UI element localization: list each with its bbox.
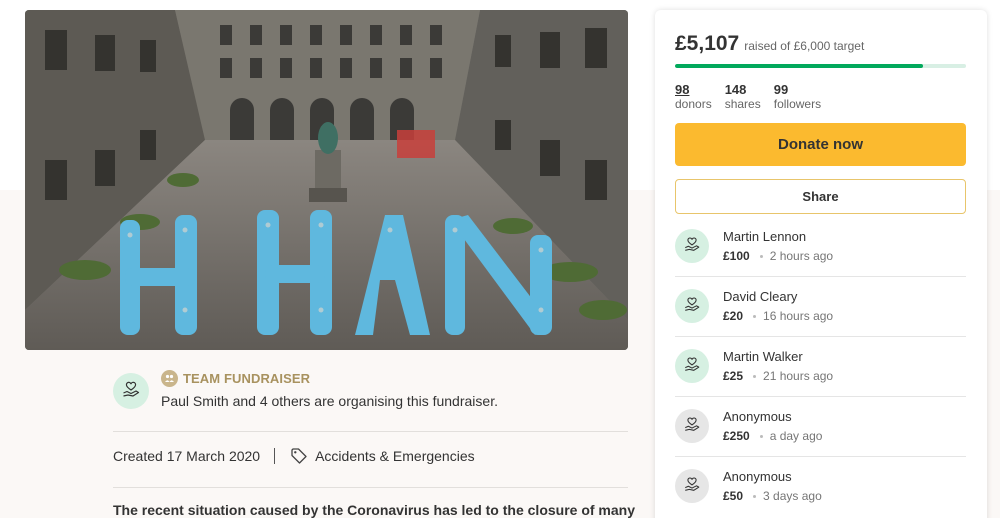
- donor-name: Anonymous: [723, 409, 792, 424]
- donation-amount: £25: [723, 369, 744, 383]
- followers-stat: 99 followers: [774, 82, 821, 112]
- shares-count: 148: [724, 82, 747, 97]
- donors-label: donors: [675, 97, 712, 111]
- shares-label: shares: [724, 97, 761, 111]
- donor-name: Martin Lennon: [723, 229, 807, 244]
- heart-hand-icon: [683, 475, 701, 498]
- donation-item: David Cleary £20 16 hours ago: [675, 289, 966, 349]
- donor-avatar: [675, 229, 709, 263]
- donation-card: £5,107 raised of £6,000 target 98 donors…: [655, 10, 987, 518]
- organiser-avatar: [113, 373, 149, 409]
- team-fundraiser-label: TEAM FUNDRAISER: [183, 371, 311, 386]
- share-button[interactable]: Share: [675, 179, 966, 214]
- donation-item: Martin Lennon £100 2 hours ago: [675, 229, 966, 289]
- donation-item: Anonymous £50 3 days ago: [675, 469, 966, 518]
- donation-item: Anonymous £250 a day ago: [675, 409, 966, 469]
- donate-now-button[interactable]: Donate now: [675, 123, 966, 166]
- section-divider: [113, 431, 628, 432]
- dot-separator: [759, 254, 763, 258]
- heart-hand-icon: [683, 355, 701, 378]
- tag-icon: [290, 447, 308, 465]
- amount-raised: £5,107: [675, 32, 740, 55]
- donation-amount: £250: [723, 429, 750, 443]
- meta-separator: [274, 448, 276, 464]
- donation-divider: [675, 336, 966, 337]
- dot-separator: [759, 434, 763, 438]
- amount-raised-row: £5,107 raised of £6,000 target: [675, 32, 864, 56]
- category-link[interactable]: Accidents & Emergencies: [315, 448, 475, 464]
- donation-time: 16 hours ago: [763, 309, 834, 323]
- heart-hand-icon: [683, 295, 701, 318]
- donation-time: 3 days ago: [763, 489, 822, 503]
- donation-amount: £20: [723, 309, 744, 323]
- hero-image: [25, 10, 628, 350]
- donor-name: David Cleary: [723, 289, 798, 304]
- donation-amount: £100: [723, 249, 750, 263]
- story-text: The recent situation caused by the Coron…: [113, 502, 636, 518]
- donation-details: £25 21 hours ago: [723, 369, 833, 383]
- donation-divider: [675, 456, 966, 457]
- heart-hand-icon: [121, 379, 141, 404]
- created-date: Created 17 March 2020: [113, 448, 261, 464]
- donors-stat[interactable]: 98 donors: [675, 82, 712, 112]
- donation-details: £250 a day ago: [723, 429, 822, 443]
- heart-hand-icon: [683, 235, 701, 258]
- dot-separator: [753, 494, 757, 498]
- donation-details: £20 16 hours ago: [723, 309, 833, 323]
- donation-divider: [675, 396, 966, 397]
- progress-bar: [675, 64, 966, 68]
- target-text: raised of £6,000 target: [744, 39, 865, 53]
- dot-separator: [753, 314, 757, 318]
- dot-separator: [753, 374, 757, 378]
- team-fundraiser-badge: TEAM FUNDRAISER: [161, 370, 310, 387]
- donor-name: Martin Walker: [723, 349, 803, 364]
- campaign-stats: 98 donors 148 shares 99 followers: [675, 82, 834, 112]
- donation-amount: £50: [723, 489, 744, 503]
- donor-avatar: [675, 289, 709, 323]
- section-divider: [113, 487, 628, 488]
- donation-item: Martin Walker £25 21 hours ago: [675, 349, 966, 409]
- donation-details: £50 3 days ago: [723, 489, 822, 503]
- campaign-meta: Created 17 March 2020 Accidents & Emerge…: [113, 447, 475, 465]
- donor-avatar: [675, 409, 709, 443]
- donor-avatar: [675, 349, 709, 383]
- organiser-text: Paul Smith and 4 others are organising t…: [161, 393, 498, 409]
- donation-details: £100 2 hours ago: [723, 249, 833, 263]
- donation-divider: [675, 276, 966, 277]
- donation-time: 2 hours ago: [769, 249, 834, 263]
- donor-avatar: [675, 469, 709, 503]
- donor-name: Anonymous: [723, 469, 792, 484]
- progress-fill: [675, 64, 923, 68]
- heart-hand-icon: [683, 415, 701, 438]
- team-icon: [161, 370, 178, 387]
- shares-stat: 148 shares: [725, 82, 761, 112]
- followers-count: 99: [773, 82, 789, 97]
- donation-time: 21 hours ago: [763, 369, 834, 383]
- followers-label: followers: [773, 97, 822, 111]
- donation-time: a day ago: [769, 429, 823, 443]
- donors-count[interactable]: 98: [675, 82, 712, 97]
